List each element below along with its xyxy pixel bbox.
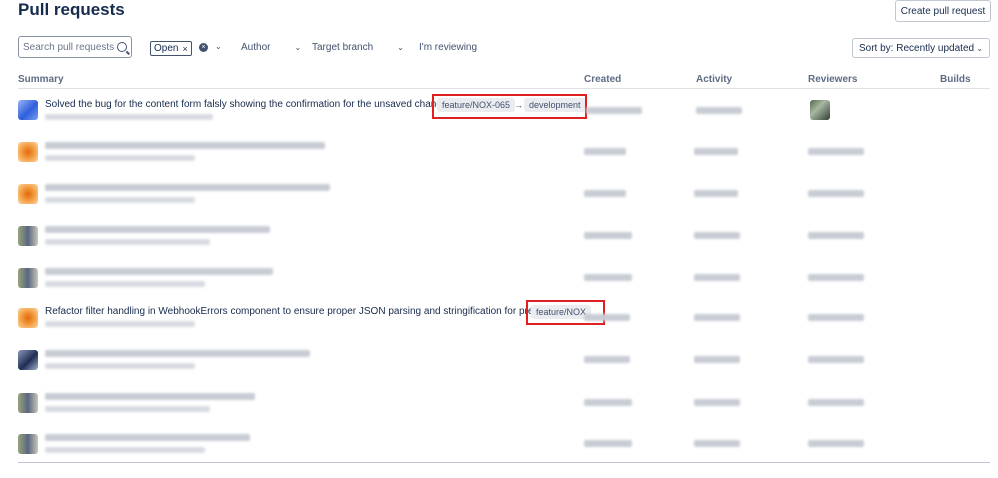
table-row[interactable] bbox=[0, 179, 998, 219]
column-header-activity[interactable]: Activity bbox=[696, 74, 732, 85]
redacted-meta bbox=[45, 114, 213, 120]
redacted-activity bbox=[694, 148, 738, 155]
im-reviewing-label: I'm reviewing bbox=[419, 42, 478, 53]
redacted-created bbox=[584, 356, 630, 363]
branch-highlight-box bbox=[526, 300, 605, 325]
redacted-reviewers bbox=[808, 356, 864, 363]
redacted-title bbox=[45, 184, 330, 191]
redacted-activity bbox=[694, 399, 740, 406]
redacted-meta bbox=[45, 197, 195, 203]
redacted-created bbox=[586, 107, 642, 114]
redacted-created bbox=[584, 190, 626, 197]
redacted-activity bbox=[694, 440, 740, 447]
create-pull-request-button[interactable]: Create pull request bbox=[895, 0, 991, 22]
avatar bbox=[18, 434, 38, 454]
redacted-meta bbox=[45, 155, 195, 161]
avatar bbox=[18, 142, 38, 162]
author-filter-label: Author bbox=[241, 42, 271, 53]
redacted-title bbox=[45, 350, 310, 357]
redacted-reviewers bbox=[808, 274, 864, 281]
chevron-down-icon: ⌄ bbox=[294, 43, 302, 52]
redacted-activity bbox=[694, 356, 740, 363]
reviewer-avatar[interactable] bbox=[810, 100, 830, 120]
redacted-created bbox=[584, 399, 632, 406]
redacted-activity bbox=[694, 190, 738, 197]
redacted-reviewers bbox=[808, 148, 864, 155]
redacted-activity bbox=[694, 314, 740, 321]
redacted-created bbox=[584, 232, 632, 239]
table-row[interactable]: Refactor filter handling in WebhookError… bbox=[0, 300, 998, 344]
redacted-meta bbox=[45, 239, 210, 245]
redacted-activity bbox=[694, 232, 740, 239]
redacted-created bbox=[584, 314, 630, 321]
table-row[interactable] bbox=[0, 221, 998, 261]
table-row[interactable] bbox=[0, 137, 998, 177]
redacted-meta bbox=[45, 447, 205, 453]
redacted-reviewers bbox=[808, 190, 864, 197]
header-divider bbox=[18, 88, 990, 89]
page-title: Pull requests bbox=[18, 0, 125, 19]
avatar bbox=[18, 226, 38, 246]
table-row[interactable] bbox=[0, 263, 998, 303]
column-header-reviewers[interactable]: Reviewers bbox=[808, 74, 857, 85]
avatar bbox=[18, 268, 38, 288]
pr-title-link[interactable]: Refactor filter handling in WebhookError… bbox=[45, 306, 555, 317]
redacted-created bbox=[584, 274, 632, 281]
redacted-title bbox=[45, 393, 255, 400]
avatar bbox=[18, 308, 38, 328]
table-bottom-divider bbox=[18, 462, 990, 463]
table-row[interactable] bbox=[0, 388, 998, 428]
chevron-down-icon: ⌄ bbox=[976, 43, 983, 53]
state-filter-chip[interactable]: Open × bbox=[150, 41, 192, 56]
sort-label: Sort by: Recently updated bbox=[859, 42, 975, 54]
avatar bbox=[18, 184, 38, 204]
column-header-created[interactable]: Created bbox=[584, 74, 621, 85]
remove-chip-icon[interactable]: × bbox=[182, 44, 187, 54]
table-row[interactable] bbox=[0, 345, 998, 385]
avatar bbox=[18, 350, 38, 370]
im-reviewing-filter[interactable]: I'm reviewing bbox=[419, 42, 477, 53]
redacted-title bbox=[45, 142, 325, 149]
redacted-reviewers bbox=[808, 314, 864, 321]
chevron-down-icon: ⌄ bbox=[397, 43, 404, 52]
column-header-builds[interactable]: Builds bbox=[940, 74, 971, 85]
sort-select[interactable]: Sort by: Recently updated ⌄ bbox=[852, 38, 990, 58]
redacted-title bbox=[45, 268, 273, 275]
search-input[interactable]: Search pull requests bbox=[18, 36, 132, 58]
redacted-reviewers bbox=[808, 440, 864, 447]
column-header-summary[interactable]: Summary bbox=[18, 74, 64, 85]
search-placeholder: Search pull requests bbox=[23, 41, 115, 53]
target-branch-filter[interactable]: Target branch ⌄ bbox=[312, 42, 404, 53]
pr-title-link[interactable]: Solved the bug for the content form fals… bbox=[45, 99, 452, 110]
clear-icon[interactable]: × bbox=[199, 43, 208, 52]
author-filter[interactable]: Author ⌄ bbox=[241, 42, 301, 53]
redacted-title bbox=[45, 434, 250, 441]
redacted-meta bbox=[45, 321, 195, 327]
redacted-activity bbox=[694, 274, 740, 281]
redacted-meta bbox=[45, 363, 195, 369]
avatar bbox=[18, 100, 38, 120]
table-row[interactable]: Solved the bug for the content form fals… bbox=[0, 94, 998, 134]
redacted-meta bbox=[45, 406, 210, 412]
branch-highlight-box bbox=[432, 94, 587, 119]
redacted-activity bbox=[696, 107, 742, 114]
redacted-created bbox=[584, 148, 626, 155]
state-filter-label: Open bbox=[154, 43, 179, 54]
redacted-title bbox=[45, 226, 270, 233]
redacted-reviewers bbox=[808, 232, 864, 239]
search-icon bbox=[117, 42, 127, 52]
state-dropdown-chevron-icon[interactable]: ⌄ bbox=[215, 42, 222, 51]
redacted-reviewers bbox=[808, 399, 864, 406]
table-row[interactable] bbox=[0, 429, 998, 469]
redacted-created bbox=[584, 440, 632, 447]
redacted-meta bbox=[45, 281, 205, 287]
avatar bbox=[18, 393, 38, 413]
target-branch-filter-label: Target branch bbox=[312, 42, 374, 53]
